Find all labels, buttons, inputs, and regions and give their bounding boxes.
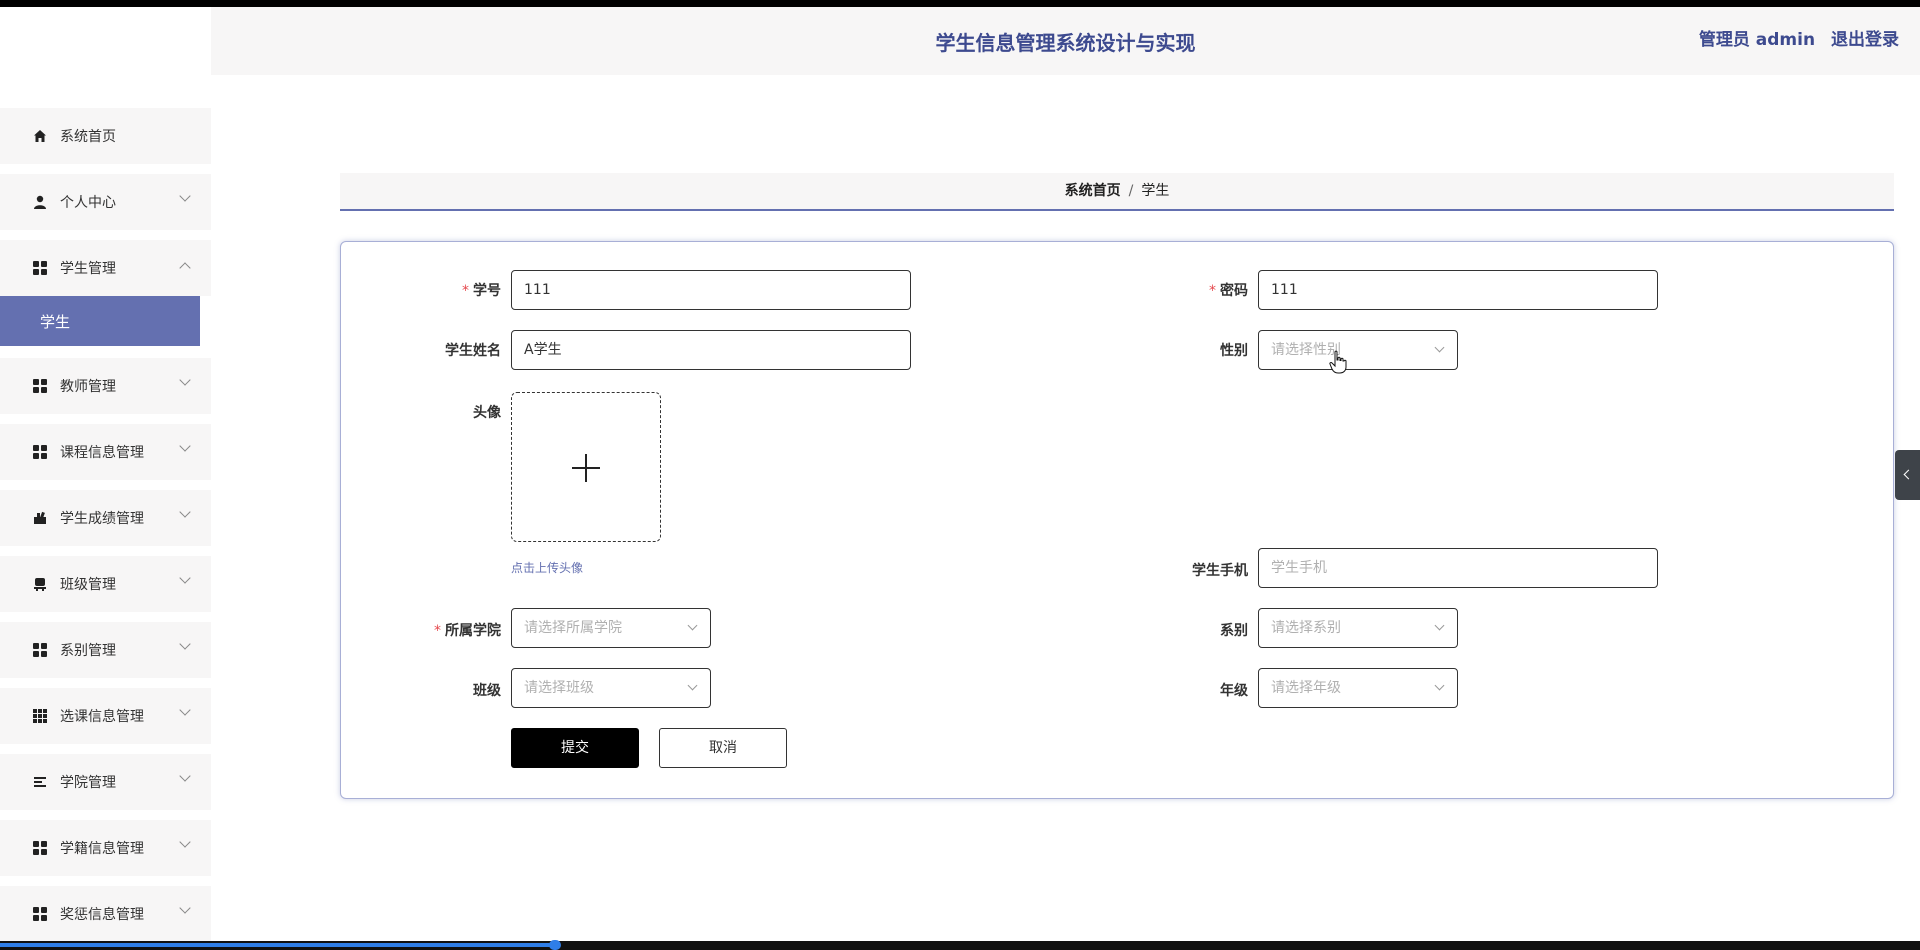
user-label: 管理员 admin xyxy=(1698,30,1816,50)
chevron-down-icon xyxy=(687,680,698,691)
sidebar-item-home[interactable]: 系统首页 xyxy=(0,108,211,164)
class-select[interactable]: 请选择班级 xyxy=(511,668,711,708)
college-label: * 所属学院 xyxy=(434,623,501,639)
sidebar-item-label: 学生成绩管理 xyxy=(60,511,144,527)
sidebar-item-label: 选课信息管理 xyxy=(60,709,144,725)
list-icon xyxy=(32,774,48,790)
window-top-bar xyxy=(0,0,1920,7)
submit-button[interactable]: 提交 xyxy=(511,728,639,768)
grade-select[interactable]: 请选择年级 xyxy=(1258,668,1458,708)
sidebar-item-dept-mgmt[interactable]: 系别管理 xyxy=(0,622,211,678)
sidebar-item-class-mgmt[interactable]: 班级管理 xyxy=(0,556,211,612)
sidebar-item-student-mgmt[interactable]: 学生管理 xyxy=(0,240,211,296)
sidebar-item-course-select-mgmt[interactable]: 选课信息管理 xyxy=(0,688,211,744)
sidebar-item-label: 奖惩信息管理 xyxy=(60,907,144,923)
sidebar-item-label: 学籍信息管理 xyxy=(60,841,144,857)
avatar-upload-hint: 点击上传头像 xyxy=(511,561,584,575)
gender-label: 性别 xyxy=(1220,343,1248,359)
sidebar-item-label: 班级管理 xyxy=(60,577,116,593)
chevron-down-icon xyxy=(179,902,191,914)
panel-toggle-button[interactable] xyxy=(1895,450,1920,500)
chevron-down-icon xyxy=(1434,620,1445,631)
class-placeholder: 请选择班级 xyxy=(524,680,594,696)
user-icon xyxy=(32,194,48,210)
chevron-down-icon xyxy=(179,836,191,848)
grade-label: 年级 xyxy=(1220,683,1248,699)
video-progress-handle[interactable] xyxy=(549,940,561,950)
home-icon xyxy=(32,128,48,144)
student-form: * 学号 111 * 密码 111 学生姓名 A学生 性别 请选择性别 头像 点击上… xyxy=(340,241,1894,799)
cancel-button[interactable]: 取消 xyxy=(659,728,787,768)
grid-icon xyxy=(32,260,48,276)
grid-icon xyxy=(32,840,48,856)
cup-icon xyxy=(32,510,48,526)
department-label: 系别 xyxy=(1220,623,1248,639)
chevron-down-icon xyxy=(687,620,698,631)
breadcrumb-current: 学生 xyxy=(1141,183,1170,199)
grade-placeholder: 请选择年级 xyxy=(1271,680,1341,696)
college-placeholder: 请选择所属学院 xyxy=(524,620,622,636)
grid9-icon xyxy=(32,708,48,724)
college-select[interactable]: 请选择所属学院 xyxy=(511,608,711,648)
sidebar-item-reward-mgmt[interactable]: 奖惩信息管理 xyxy=(0,886,211,942)
sidebar-item-course-mgmt[interactable]: 课程信息管理 xyxy=(0,424,211,480)
hand-cursor-icon xyxy=(1329,350,1347,374)
chair-icon xyxy=(32,576,48,592)
chevron-down-icon xyxy=(179,638,191,650)
chevron-down-icon xyxy=(1434,342,1445,353)
breadcrumb: 系统首页 / 学生 xyxy=(340,173,1894,211)
video-progress-bar[interactable] xyxy=(0,943,555,947)
student-no-label: * 学号 xyxy=(462,283,501,299)
avatar-label: 头像 xyxy=(473,405,501,421)
chevron-left-icon xyxy=(1903,469,1914,480)
avatar-upload[interactable] xyxy=(511,392,661,542)
sidebar-item-label: 个人中心 xyxy=(60,195,116,211)
sidebar-item-score-mgmt[interactable]: 学生成绩管理 xyxy=(0,490,211,546)
breadcrumb-home[interactable]: 系统首页 xyxy=(1065,183,1121,199)
chevron-down-icon xyxy=(179,506,191,518)
student-name-label: 学生姓名 xyxy=(445,343,501,359)
sidebar-item-label: 学生管理 xyxy=(60,261,116,277)
grid-icon xyxy=(32,642,48,658)
grid-icon xyxy=(32,378,48,394)
chevron-down-icon xyxy=(179,572,191,584)
password-label: * 密码 xyxy=(1209,283,1248,299)
sidebar-item-label: 课程信息管理 xyxy=(60,445,144,461)
phone-input[interactable]: 学生手机 xyxy=(1258,548,1658,588)
top-header: 学生信息管理系统设计与实现 管理员 admin 退出登录 xyxy=(211,7,1920,75)
grid-icon xyxy=(32,906,48,922)
page-title: 学生信息管理系统设计与实现 xyxy=(935,31,1196,55)
sidebar-item-teacher-mgmt[interactable]: 教师管理 xyxy=(0,358,211,414)
department-select[interactable]: 请选择系别 xyxy=(1258,608,1458,648)
department-placeholder: 请选择系别 xyxy=(1271,620,1341,636)
grid-icon xyxy=(32,444,48,460)
sidebar-item-label: 系统首页 xyxy=(60,129,116,145)
student-name-input[interactable]: A学生 xyxy=(511,330,911,370)
breadcrumb-separator: / xyxy=(1128,183,1134,199)
class-label: 班级 xyxy=(473,683,501,699)
sidebar-item-label: 学院管理 xyxy=(60,775,116,791)
sidebar-item-status-mgmt[interactable]: 学籍信息管理 xyxy=(0,820,211,876)
chevron-down-icon xyxy=(179,190,191,202)
sidebar-item-label: 系别管理 xyxy=(60,643,116,659)
phone-label: 学生手机 xyxy=(1192,563,1248,579)
chevron-down-icon xyxy=(179,440,191,452)
chevron-down-icon xyxy=(1434,680,1445,691)
sidebar-item-personal[interactable]: 个人中心 xyxy=(0,174,211,230)
gender-select[interactable]: 请选择性别 xyxy=(1258,330,1458,370)
sidebar-item-label: 教师管理 xyxy=(60,379,116,395)
sidebar-item-college-mgmt[interactable]: 学院管理 xyxy=(0,754,211,810)
chevron-down-icon xyxy=(179,770,191,782)
chevron-up-icon xyxy=(179,262,191,274)
logout-link[interactable]: 退出登录 xyxy=(1831,30,1899,50)
chevron-down-icon xyxy=(179,704,191,716)
sidebar-subitem-student[interactable]: 学生 xyxy=(0,296,200,346)
student-no-input[interactable]: 111 xyxy=(511,270,911,310)
sidebar: 系统首页 个人中心 学生管理 学生 教师管理 课程信息管理 学生成绩管理 班级管 xyxy=(0,58,211,942)
header-user-area: 管理员 admin 退出登录 xyxy=(1689,25,1899,50)
chevron-down-icon xyxy=(179,374,191,386)
password-input[interactable]: 111 xyxy=(1258,270,1658,310)
